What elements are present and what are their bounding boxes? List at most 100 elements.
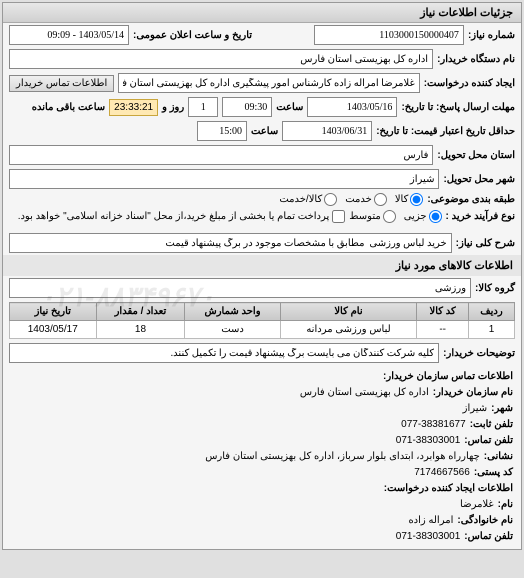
requester-header: اطلاعات ایجاد کننده درخواست: (384, 481, 513, 497)
request-no-label: شماره نیاز: (468, 30, 515, 41)
pt-note-checkbox[interactable] (332, 210, 345, 223)
delivery-city-input[interactable] (9, 169, 439, 189)
delivery-province-input[interactable] (9, 145, 433, 165)
cell-name: لباس ورزشی مردانه (280, 321, 417, 339)
deadline-date-input[interactable] (307, 97, 397, 117)
category-radio-group: کالا خدمت کالا/خدمت (279, 193, 423, 206)
row-buyer-notes: توضیحات خریدار: (3, 341, 521, 365)
buyer-org-label: نام دستگاه خریدار: (437, 54, 515, 65)
cat-goods-text: کالا (395, 194, 409, 205)
th-unit: واحد شمارش (185, 303, 280, 321)
goods-table: ردیف کد کالا نام کالا واحد شمارش تعداد /… (9, 302, 515, 339)
pt-medium-text: متوسط (349, 211, 380, 222)
countdown-timer: 23:33:21 (109, 99, 158, 116)
fax-label: تلفن تماس: (464, 433, 513, 449)
pt-minor-option[interactable]: جزیی (404, 210, 442, 223)
category-label: طبقه بندی موضوعی: (427, 194, 515, 205)
buyer-org-input[interactable] (9, 49, 433, 69)
row-purchase-type: نوع فرآیند خرید : جزیی متوسط پرداخت تمام… (3, 208, 521, 225)
pt-minor-text: جزیی (404, 211, 427, 222)
th-row: ردیف (469, 303, 515, 321)
buyer-notes-input[interactable] (9, 343, 439, 363)
city-value: شیراز (463, 401, 488, 417)
row-delivery-province: استان محل تحویل: (3, 143, 521, 167)
requester-label: ایجاد کننده درخواست: (424, 78, 515, 89)
subject-input[interactable] (9, 233, 452, 253)
announce-input[interactable] (9, 25, 129, 45)
requester-input[interactable] (118, 73, 419, 93)
goods-group-label: گروه کالا: (475, 283, 515, 294)
timer-suffix: ساعت باقی مانده (32, 102, 105, 113)
req-phone-value: 071-38303001 (396, 529, 461, 545)
row-category: طبقه بندی موضوعی: کالا خدمت کالا/خدمت (3, 191, 521, 208)
cell-idx: 1 (469, 321, 515, 339)
deadline-time-input[interactable] (222, 97, 272, 117)
validity-date-input[interactable] (282, 121, 372, 141)
org-value: اداره کل بهزیستی استان فارس (300, 385, 429, 401)
postal-value: 7174667566 (414, 465, 470, 481)
city-label: شهر: (491, 401, 513, 417)
fname-value: غلامرضا (460, 497, 494, 513)
lname-label: نام خانوادگی: (457, 513, 513, 529)
time-label-2: ساعت (251, 126, 278, 137)
pt-medium-option[interactable]: متوسط (349, 210, 395, 223)
cat-service-option[interactable]: خدمت (345, 193, 387, 206)
cell-qty: 18 (96, 321, 185, 339)
request-no-input[interactable] (314, 25, 464, 45)
contact-section: اطلاعات تماس سازمان خریدار: نام سازمان خ… (3, 365, 521, 549)
th-qty: تعداد / مقدار (96, 303, 185, 321)
lname-value: امراله زاده (408, 513, 453, 529)
row-subject: شرح کلی نیاز: (3, 231, 521, 255)
goods-table-wrap: ردیف کد کالا نام کالا واحد شمارش تعداد /… (3, 300, 521, 341)
cat-goods-radio[interactable] (410, 193, 423, 206)
goods-section-title: اطلاعات کالاهای مورد نیاز (3, 255, 521, 276)
pt-note-text: پرداخت تمام یا بخشی از مبلغ خرید،از محل … (18, 211, 330, 222)
th-name: نام کالا (280, 303, 417, 321)
subject-label: شرح کلی نیاز: (456, 238, 515, 249)
pt-medium-radio[interactable] (383, 210, 396, 223)
cat-goods-service-option[interactable]: کالا/خدمت (279, 193, 337, 206)
delivery-province-label: استان محل تحویل: (437, 150, 515, 161)
pt-note-checkbox-wrap[interactable]: پرداخت تمام یا بخشی از مبلغ خرید،از محل … (18, 210, 346, 223)
purchase-type-label: نوع فرآیند خرید : (446, 211, 515, 222)
contact-header: اطلاعات تماس سازمان خریدار: (383, 369, 513, 385)
row-request-no: شماره نیاز: تاریخ و ساعت اعلان عمومی: (3, 23, 521, 47)
cell-code: -- (417, 321, 469, 339)
row-requester: ایجاد کننده درخواست: اطلاعات تماس خریدار (3, 71, 521, 95)
details-panel: جزئیات اطلاعات نیاز شماره نیاز: تاریخ و … (2, 2, 522, 550)
cell-unit: دست (185, 321, 280, 339)
table-row[interactable]: 1 -- لباس ورزشی مردانه دست 18 1403/05/17 (10, 321, 515, 339)
row-buyer-org: نام دستگاه خریدار: (3, 47, 521, 71)
cat-service-radio[interactable] (374, 193, 387, 206)
purchase-type-radio-group: جزیی متوسط (349, 210, 441, 223)
row-delivery-city: شهر محل تحویل: (3, 167, 521, 191)
validity-label: حداقل تاریخ اعتبار قیمت: تا تاریخ: (376, 126, 515, 137)
goods-group-input[interactable] (9, 278, 471, 298)
cat-goods-service-radio[interactable] (324, 193, 337, 206)
cat-goods-service-text: کالا/خدمت (279, 194, 322, 205)
req-phone-label: تلفن تماس: (464, 529, 513, 545)
buyer-notes-label: توضیحات خریدار: (443, 348, 515, 359)
table-header-row: ردیف کد کالا نام کالا واحد شمارش تعداد /… (10, 303, 515, 321)
cell-date: 1403/05/17 (10, 321, 97, 339)
announce-label: تاریخ و ساعت اعلان عمومی: (133, 30, 252, 41)
panel-title: جزئیات اطلاعات نیاز (3, 3, 521, 23)
fax-value: 071-38303001 (396, 433, 461, 449)
th-code: کد کالا (417, 303, 469, 321)
org-label: نام سازمان خریدار: (433, 385, 513, 401)
row-goods-group: گروه کالا: (3, 276, 521, 300)
day-word: روز و (162, 102, 184, 113)
address-value: چهارراه هوابرد، ابتدای بلوار سرباز، ادار… (205, 449, 480, 465)
phone-value: 077-38381677 (401, 417, 466, 433)
days-remaining-input (188, 97, 218, 117)
pt-minor-radio[interactable] (429, 210, 442, 223)
row-validity: حداقل تاریخ اعتبار قیمت: تا تاریخ: ساعت (3, 119, 521, 143)
fname-label: نام: (498, 497, 513, 513)
cat-service-text: خدمت (345, 194, 372, 205)
delivery-city-label: شهر محل تحویل: (443, 174, 515, 185)
th-date: تاریخ نیاز (10, 303, 97, 321)
buyer-contact-button[interactable]: اطلاعات تماس خریدار (9, 75, 114, 92)
cat-goods-option[interactable]: کالا (395, 193, 424, 206)
validity-time-input[interactable] (197, 121, 247, 141)
phone-label: تلفن ثابت: (470, 417, 513, 433)
